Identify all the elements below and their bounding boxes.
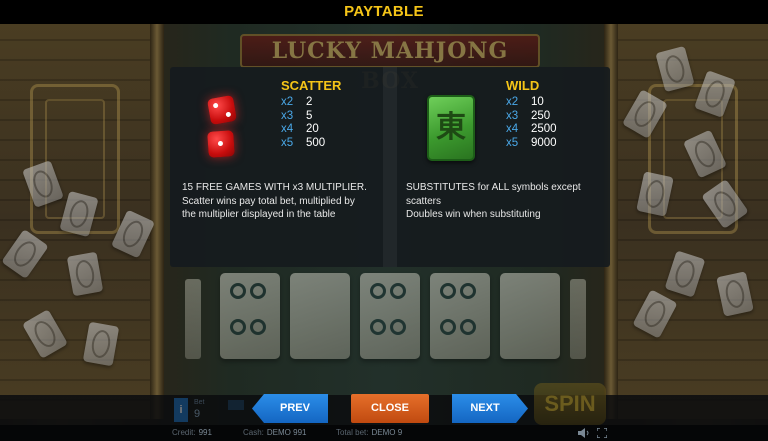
wild-payouts: x2 10 x3 250 x4 2500 x5 9000: [506, 96, 557, 150]
close-button[interactable]: CLOSE: [351, 394, 429, 423]
info-button[interactable]: i: [174, 398, 188, 422]
bet-value: 9: [194, 408, 201, 420]
credit-label: Credit:: [172, 428, 196, 437]
panel-divider: [383, 67, 397, 267]
wild-description: SUBSTITUTES for ALL symbols except scatt…: [406, 181, 611, 222]
scatter-title: SCATTER: [281, 78, 342, 93]
payout-row: x4 20: [281, 123, 325, 137]
reel-edge: [570, 279, 586, 359]
cash-status: Cash: DEMO 991: [243, 428, 306, 437]
tile-glyph: 東: [436, 110, 466, 145]
status-bar: Credit: 991 Cash: DEMO 991 Total bet: DEMO …: [0, 425, 768, 441]
payout-row: x5 500: [281, 137, 325, 151]
green-mahjong-tile-icon: 東: [427, 95, 475, 161]
payout-value: 20: [306, 123, 319, 135]
description-line: scatters: [406, 195, 442, 207]
reel-tile: [290, 273, 350, 359]
cash-value: DEMO 991: [266, 428, 307, 437]
reel-strip: [175, 269, 595, 389]
total-bet-value: DEMO 9: [371, 428, 403, 437]
payout-value: 10: [531, 96, 544, 108]
credit-value: 991: [198, 428, 212, 437]
payout-row: x2 10: [506, 96, 557, 110]
sound-icon[interactable]: [578, 428, 590, 438]
payout-multiplier: x3: [281, 109, 294, 122]
reel-tile: [360, 273, 420, 359]
description-line: Scatter wins pay total bet, multiplied b…: [182, 195, 355, 207]
payout-row: x2 2: [281, 96, 325, 110]
credit-status: Credit: 991: [172, 428, 212, 437]
next-button[interactable]: NEXT: [452, 394, 528, 423]
reel-tile: [430, 273, 490, 359]
bet-increase-button[interactable]: [228, 400, 244, 410]
bet-label: Bet: [194, 399, 205, 406]
description-line: 15 FREE GAMES WITH x3 MULTIPLIER.: [182, 182, 367, 193]
payout-row: x4 2500: [506, 123, 557, 137]
payout-value: 5: [306, 109, 313, 122]
payout-row: x3 250: [506, 110, 557, 124]
wild-title: WILD: [506, 78, 540, 93]
description-line: the multiplier displayed in the table: [182, 209, 336, 220]
cash-label: Cash:: [243, 428, 264, 437]
payout-multiplier: x5: [281, 136, 294, 149]
paytable-header: PAYTABLE: [0, 0, 768, 24]
scatter-section: SCATTER x2 2 x3 5 x4 20 x5 500 15 FREE G…: [170, 67, 385, 267]
spin-button[interactable]: SPIN: [534, 383, 606, 425]
payout-value: 500: [306, 136, 326, 149]
payout-multiplier: x2: [506, 96, 519, 108]
payout-multiplier: x4: [281, 123, 294, 135]
game-logo: LUCKY MAHJONG BOX: [240, 34, 540, 94]
bet-control: i Bet 9: [174, 398, 244, 422]
payout-value: 2: [306, 96, 313, 108]
total-bet-label: Total bet:: [336, 428, 369, 437]
fullscreen-icon[interactable]: [597, 428, 607, 438]
payout-row: x5 9000: [506, 137, 557, 151]
payout-value: 250: [531, 109, 551, 122]
scatter-description: 15 FREE GAMES WITH x3 MULTIPLIER. Scatte…: [182, 181, 387, 222]
page-title: PAYTABLE: [344, 3, 424, 20]
reel-tile: [220, 273, 280, 359]
total-bet-status: Total bet: DEMO 9: [336, 428, 402, 437]
prev-button[interactable]: PREV: [252, 394, 328, 423]
reel-tile: [500, 273, 560, 359]
payout-row: x3 5: [281, 110, 325, 124]
payout-value: 2500: [531, 123, 557, 135]
red-dice-icon: [205, 94, 245, 165]
paytable-panel: SCATTER x2 2 x3 5 x4 20 x5 500 15 FREE G…: [170, 67, 610, 267]
payout-multiplier: x2: [281, 96, 294, 108]
payout-multiplier: x4: [506, 123, 519, 135]
payout-multiplier: x5: [506, 136, 519, 149]
description-line: Doubles win when substituting: [406, 209, 541, 220]
reel-edge: [185, 279, 201, 359]
payout-multiplier: x3: [506, 109, 519, 122]
scatter-payouts: x2 2 x3 5 x4 20 x5 500: [281, 96, 325, 150]
description-line: SUBSTITUTES for ALL symbols except: [406, 182, 581, 193]
payout-value: 9000: [531, 136, 557, 149]
